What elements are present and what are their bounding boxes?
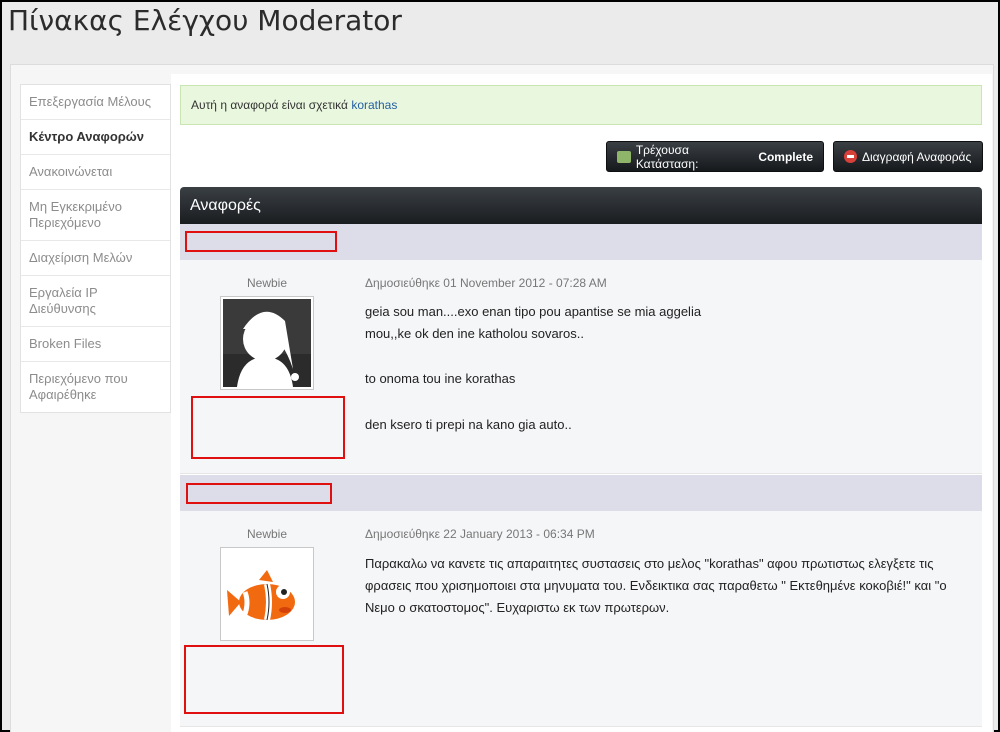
- sidebar-item-unapproved-content[interactable]: Μη Εγκεκριμένο Περιεχόμενο: [21, 190, 170, 241]
- sidebar-item-removed-content[interactable]: Περιεχόμενο που Αφαιρέθηκε: [21, 362, 170, 412]
- status-prefix: Τρέχουσα Κατάσταση:: [635, 142, 699, 171]
- sidebar: Επεξεργασία Μέλους Κέντρο Αναφορών Ανακο…: [20, 84, 171, 413]
- status-value: Complete: [758, 149, 813, 164]
- main-content: Αυτή η αναφορά είναι σχετικά korathas Τρ…: [171, 74, 992, 732]
- notice-text: Αυτή η αναφορά είναι σχετικά: [191, 98, 348, 112]
- delete-label: Διαγραφή Αναφοράς: [862, 149, 972, 164]
- post-line: to onoma tou ine korathas: [365, 371, 516, 386]
- delete-report-button[interactable]: Διαγραφή Αναφοράς: [833, 141, 983, 172]
- sidebar-item-edit-member[interactable]: Επεξεργασία Μέλους: [21, 85, 170, 120]
- silhouette-avatar[interactable]: [220, 296, 314, 390]
- reports-section-header: Αναφορές: [180, 187, 982, 224]
- avatar-image: [223, 550, 311, 638]
- avatar-image: [223, 299, 311, 387]
- post-date: Δημοσιεύθηκε 22 January 2013 - 06:34 PM: [365, 527, 595, 541]
- page-title: Πίνακας Ελέγχου Moderator: [8, 4, 402, 37]
- user-rank: Newbie: [246, 276, 288, 290]
- sidebar-item-broken-files[interactable]: Broken Files: [21, 327, 170, 362]
- sidebar-item-announcements[interactable]: Ανακοινώνεται: [21, 155, 170, 190]
- section-title: Αναφορές: [190, 197, 261, 214]
- status-icon: [617, 150, 631, 163]
- post-line: geia sou man....exo enan tipo pou apanti…: [365, 304, 702, 341]
- redacted-user-info-box: [191, 396, 345, 459]
- report-notice: Αυτή η αναφορά είναι σχετικά korathas: [180, 85, 982, 125]
- status-button[interactable]: Τρέχουσα Κατάσταση: Complete: [606, 141, 824, 172]
- post-line: Παρακαλω να κανετε τις απαραιτητες συστα…: [365, 556, 947, 615]
- sidebar-item-report-center[interactable]: Κέντρο Αναφορών: [21, 120, 170, 155]
- redacted-username-box: [186, 483, 332, 504]
- user-rank: Newbie: [246, 527, 288, 541]
- post-line: den ksero ti prepi na kano gia auto..: [365, 417, 572, 432]
- sidebar-item-member-management[interactable]: Διαχείριση Μελών: [21, 241, 170, 276]
- post-date: Δημοσιεύθηκε 01 November 2012 - 07:28 AM: [365, 276, 607, 290]
- clownfish-avatar[interactable]: [220, 547, 314, 641]
- redacted-username-box: [185, 231, 337, 252]
- delete-icon: [844, 150, 857, 163]
- redacted-user-info-box: [184, 645, 344, 714]
- sidebar-item-ip-tools[interactable]: Εργαλεία IP Διεύθυνσης: [21, 276, 170, 327]
- reported-user-link[interactable]: korathas: [351, 98, 397, 112]
